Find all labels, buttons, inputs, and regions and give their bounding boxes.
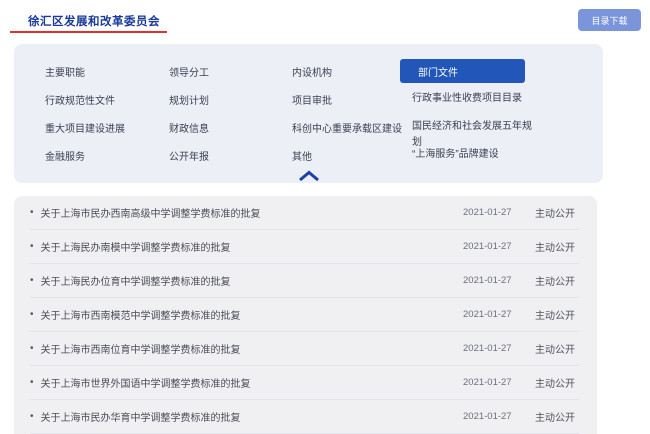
document-list: •关于上海市民办西南高级中学调整学费标准的批复2021-01-27主动公开•关于… [14, 196, 597, 434]
document-row: • 关于上海市西南模范中学调整学费标准的批复2021-01-27 主动公开 [30, 298, 579, 332]
document-date: 2021-01-27 [463, 411, 515, 422]
title-underline [10, 31, 167, 33]
bullet-icon: • [30, 242, 34, 252]
document-disclosure-tag: 主动公开 [535, 273, 579, 288]
bullet-icon: • [30, 276, 34, 286]
document-row: • 关于上海市民办西南高级中学调整学费标准的批复2021-01-27 主动公开 [30, 196, 579, 230]
menu-item[interactable]: 行政事业性收费项目目录 [400, 85, 538, 113]
document-date: 2021-01-27 [463, 377, 515, 388]
menu-column: 领导分工规划计划财政信息公开年报 [169, 57, 292, 169]
document-title-link[interactable]: 关于上海市西南位育中学调整学费标准的批复 [41, 341, 463, 356]
document-list-panel: •关于上海市民办西南高级中学调整学费标准的批复2021-01-27主动公开•关于… [14, 196, 597, 434]
document-date: 2021-01-27 [463, 275, 515, 286]
menu-item[interactable]: 重大项目建设进展 [45, 113, 169, 141]
menu-item[interactable]: 国民经济和社会发展五年规划 [400, 113, 538, 141]
document-row: • 关于上海民办南模中学调整学费标准的批复2021-01-27 主动公开 [30, 230, 579, 264]
menu-item[interactable]: 行政规范性文件 [45, 85, 169, 113]
category-menu-panel: 主要职能行政规范性文件重大项目建设进展金融服务领导分工规划计划财政信息公开年报内… [14, 44, 603, 183]
bullet-icon: • [30, 412, 34, 422]
document-disclosure-tag: 主动公开 [535, 239, 579, 254]
directory-download-button[interactable]: 目录下载 [578, 9, 641, 31]
menu-column: 部门文件行政事业性收费项目目录国民经济和社会发展五年规划“上海服务”品牌建设 [400, 57, 572, 169]
bullet-icon: • [30, 208, 34, 218]
document-row: • 关于上海市民办华育中学调整学费标准的批复2021-01-27 主动公开 [30, 400, 579, 434]
bullet-icon: • [30, 310, 34, 320]
document-row: • 关于上海市世界外国语中学调整学费标准的批复2021-01-27 主动公开 [30, 366, 579, 400]
bullet-icon: • [30, 344, 34, 354]
menu-item[interactable]: 项目审批 [292, 85, 400, 113]
document-title-link[interactable]: 关于上海民办位育中学调整学费标准的批复 [41, 273, 463, 288]
menu-item[interactable]: 规划计划 [169, 85, 292, 113]
menu-column: 内设机构项目审批科创中心重要承载区建设其他 [292, 57, 400, 169]
document-disclosure-tag: 主动公开 [535, 409, 579, 424]
menu-item[interactable]: 公开年报 [169, 141, 292, 169]
menu-item[interactable]: 主要职能 [45, 57, 169, 85]
menu-column: 主要职能行政规范性文件重大项目建设进展金融服务 [45, 57, 169, 169]
collapse-toggle[interactable] [14, 169, 603, 183]
menu-item[interactable]: 领导分工 [169, 57, 292, 85]
chevron-up-icon [298, 170, 320, 182]
document-date: 2021-01-27 [463, 309, 515, 320]
document-disclosure-tag: 主动公开 [535, 341, 579, 356]
menu-item[interactable]: 财政信息 [169, 113, 292, 141]
document-title-link[interactable]: 关于上海市世界外国语中学调整学费标准的批复 [41, 375, 463, 390]
menu-item[interactable]: 其他 [292, 141, 400, 169]
menu-item[interactable]: 科创中心重要承载区建设 [292, 113, 400, 141]
document-disclosure-tag: 主动公开 [535, 375, 579, 390]
document-row: • 关于上海市西南位育中学调整学费标准的批复2021-01-27 主动公开 [30, 332, 579, 366]
menu-grid: 主要职能行政规范性文件重大项目建设进展金融服务领导分工规划计划财政信息公开年报内… [14, 44, 603, 169]
menu-item[interactable]: 内设机构 [292, 57, 400, 85]
menu-item[interactable]: 金融服务 [45, 141, 169, 169]
document-date: 2021-01-27 [463, 207, 515, 218]
document-row: • 关于上海民办位育中学调整学费标准的批复2021-01-27 主动公开 [30, 264, 579, 298]
menu-item[interactable]: “上海服务”品牌建设 [400, 141, 538, 169]
document-date: 2021-01-27 [463, 343, 515, 354]
document-title-link[interactable]: 关于上海市民办华育中学调整学费标准的批复 [41, 409, 463, 424]
page-title: 徐汇区发展和改革委员会 [28, 13, 160, 29]
document-title-link[interactable]: 关于上海市民办西南高级中学调整学费标准的批复 [41, 205, 463, 220]
document-title-link[interactable]: 关于上海市西南模范中学调整学费标准的批复 [41, 307, 463, 322]
document-disclosure-tag: 主动公开 [535, 205, 579, 220]
menu-item-selected[interactable]: 部门文件 [400, 59, 525, 83]
bullet-icon: • [30, 378, 34, 388]
document-title-link[interactable]: 关于上海民办南模中学调整学费标准的批复 [41, 239, 463, 254]
document-date: 2021-01-27 [463, 241, 515, 252]
document-disclosure-tag: 主动公开 [535, 307, 579, 322]
